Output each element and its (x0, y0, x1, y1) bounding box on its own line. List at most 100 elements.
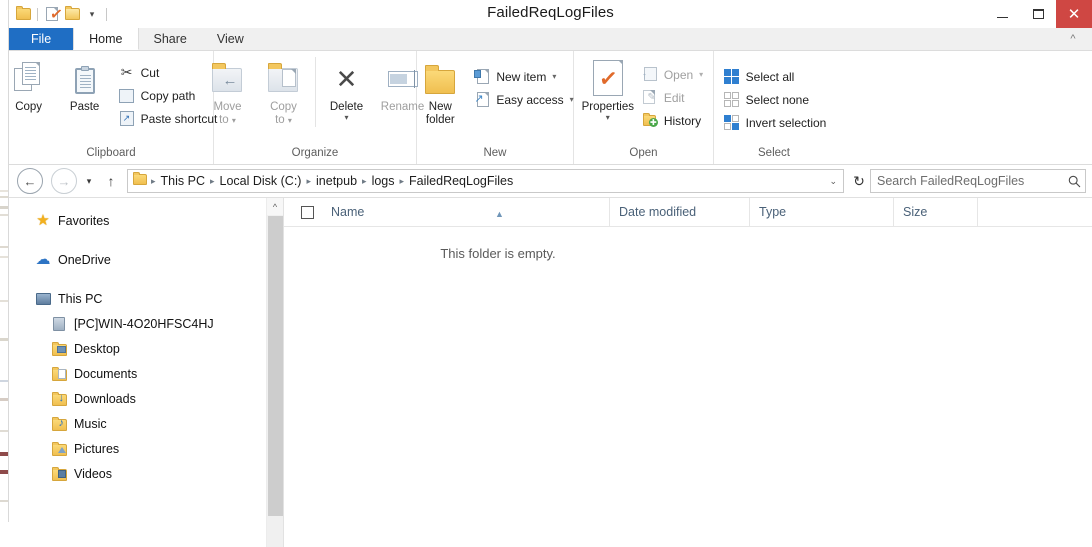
open-dropdown-icon[interactable]: ▾ (699, 70, 703, 79)
forward-arrow-icon: → (57, 173, 71, 189)
delete-dropdown-icon[interactable]: ▾ (344, 114, 348, 122)
path-folder-icon (133, 172, 147, 188)
column-header-name[interactable]: Name ▲ (322, 198, 610, 226)
desktop-folder-icon (49, 340, 69, 358)
breadcrumb-local-disk[interactable]: Local Disk (C:) (216, 170, 306, 192)
nav-label-downloads: Downloads (74, 391, 136, 406)
new-item-button[interactable]: New item ▾ (468, 65, 577, 88)
nav-item-desktop[interactable]: Desktop (9, 336, 283, 361)
close-button[interactable]: ✕ (1056, 0, 1092, 28)
nav-item-music[interactable]: ♪ Music (9, 411, 283, 436)
open-button[interactable]: ↑ Open ▾ (636, 63, 707, 86)
nav-item-videos[interactable]: Videos (9, 461, 283, 486)
ribbon: Copy Paste ✂ Cut Copy path ↗ Paste short… (9, 51, 1092, 165)
maximize-button[interactable] (1020, 0, 1056, 28)
back-button[interactable]: ← (17, 168, 43, 194)
column-label-type: Type (759, 205, 787, 219)
nav-label-pc-name: [PC]WIN-4O20HFSC4HJ (74, 316, 214, 331)
select-none-button[interactable]: Select none (718, 88, 831, 111)
breadcrumb-failedreqlogfiles[interactable]: FailedReqLogFiles (405, 170, 517, 192)
copy-label: Copy (15, 101, 43, 113)
forward-button[interactable]: → (51, 168, 77, 194)
move-to-label: Move to ▾ (213, 101, 242, 126)
select-all-button[interactable]: Select all (718, 65, 831, 88)
copy-to-button[interactable]: Copy to ▾ (256, 57, 312, 127)
tab-view[interactable]: View (201, 28, 259, 50)
explorer-body: ★ Favorites ☁ OneDrive This PC [PC]WIN-4… (9, 198, 1092, 547)
scrollbar-up-button[interactable]: ^ (267, 198, 283, 215)
nav-label-onedrive: OneDrive (58, 252, 111, 267)
move-to-button[interactable]: ← Move to ▾ (200, 57, 256, 127)
path-dropdown-icon[interactable]: ⌄ (829, 170, 837, 192)
select-all-checkbox-header[interactable] (284, 198, 322, 226)
address-bar: ← → ▾ ↑ ▸ This PC ▸ Local Disk (C:) ▸ in… (9, 165, 1092, 198)
nav-label-documents: Documents (74, 366, 138, 381)
refresh-button[interactable]: ↻ (848, 169, 870, 193)
pictures-folder-icon (49, 440, 69, 458)
nav-item-documents[interactable]: Documents (9, 361, 283, 386)
nav-item-this-pc[interactable]: This PC (9, 286, 283, 311)
organize-divider (314, 57, 316, 127)
up-button[interactable]: ↑ (101, 168, 121, 194)
downloads-folder-icon: ↓ (49, 390, 69, 408)
nav-item-onedrive[interactable]: ☁ OneDrive (9, 247, 283, 272)
select-all-checkbox[interactable] (301, 205, 314, 219)
videos-folder-icon (49, 465, 69, 483)
edit-label: Edit (663, 90, 685, 105)
column-header-size[interactable]: Size (894, 198, 978, 226)
copy-path-icon (117, 87, 137, 105)
nav-item-favorites[interactable]: ★ Favorites (9, 208, 283, 233)
history-icon: ✚ (640, 112, 660, 130)
nav-item-pictures[interactable]: Pictures (9, 436, 283, 461)
music-folder-icon: ♪ (49, 415, 69, 433)
search-input[interactable] (871, 173, 1063, 189)
minimize-button[interactable] (984, 0, 1020, 28)
chevron-down-icon: ▾ (86, 175, 92, 186)
breadcrumb-bar[interactable]: ▸ This PC ▸ Local Disk (C:) ▸ inetpub ▸ … (127, 169, 844, 193)
copy-button[interactable]: Copy (1, 57, 57, 114)
tab-share[interactable]: Share (138, 28, 202, 50)
title-bar: ✓ ▾ FailedReqLogFiles ✕ (9, 0, 1092, 28)
delete-button[interactable]: ✕ Delete ▾ (319, 57, 375, 122)
organize-group-title: Organize (291, 147, 339, 159)
select-none-icon (722, 91, 742, 109)
nav-pane-scrollbar[interactable]: ^ (266, 198, 283, 547)
history-button[interactable]: ✚ History (636, 109, 707, 132)
search-box[interactable] (870, 169, 1086, 193)
easy-access-label: Easy access (496, 92, 564, 107)
paste-button[interactable]: Paste (57, 57, 113, 114)
nav-item-pc-name[interactable]: [PC]WIN-4O20HFSC4HJ (9, 311, 283, 336)
back-arrow-icon: ← (23, 173, 37, 189)
cloud-icon: ☁ (35, 251, 51, 268)
column-header-type[interactable]: Type (750, 198, 894, 226)
edit-button[interactable]: ✎ Edit (636, 86, 707, 109)
column-header-date-modified[interactable]: Date modified (610, 198, 750, 226)
select-all-label: Select all (745, 69, 795, 84)
collapse-ribbon-button[interactable]: ^ (1060, 28, 1086, 50)
column-label-size: Size (903, 205, 928, 219)
properties-button[interactable]: ✓ Properties ▾ (580, 57, 636, 122)
new-small-buttons: New item ▾ ↗ Easy access ▾ (468, 57, 577, 111)
recent-locations-button[interactable]: ▾ (79, 168, 99, 194)
ribbon-group-clipboard: Copy Paste ✂ Cut Copy path ↗ Paste short… (9, 51, 217, 164)
scrollbar-thumb[interactable] (268, 216, 283, 516)
breadcrumb-logs[interactable]: logs (368, 170, 399, 192)
easy-access-button[interactable]: ↗ Easy access ▾ (468, 88, 577, 111)
breadcrumb-this-pc[interactable]: This PC (157, 170, 209, 192)
nav-label-videos: Videos (74, 466, 112, 481)
nav-label-pictures: Pictures (74, 441, 120, 456)
invert-selection-button[interactable]: Invert selection (718, 111, 831, 134)
new-folder-button[interactable]: New folder (412, 57, 468, 127)
breadcrumb-inetpub[interactable]: inetpub (312, 170, 361, 192)
tab-home[interactable]: Home (73, 28, 139, 50)
search-icon[interactable] (1063, 175, 1085, 188)
new-item-dropdown-icon[interactable]: ▾ (552, 72, 556, 81)
easy-access-icon: ↗ (472, 91, 492, 109)
history-label: History (663, 113, 702, 128)
properties-dropdown-icon[interactable]: ▾ (606, 114, 610, 122)
invert-selection-icon (722, 114, 742, 132)
select-none-label: Select none (745, 92, 810, 107)
tab-file[interactable]: File (9, 28, 74, 50)
nav-item-downloads[interactable]: ↓ Downloads (9, 386, 283, 411)
open-icon: ↑ (640, 66, 660, 84)
